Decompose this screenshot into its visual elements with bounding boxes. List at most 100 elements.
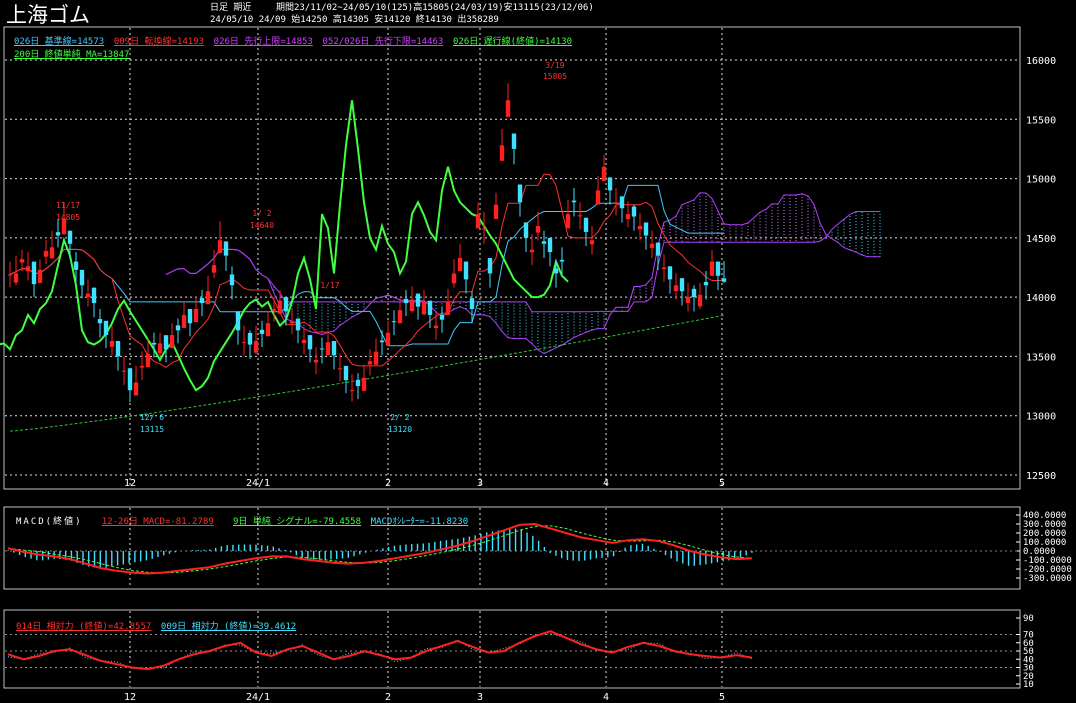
x-tick-label: 3 [477,478,483,489]
candle-body [679,278,685,292]
price-annotation: 14805 [56,213,80,222]
candle-body [253,341,259,353]
candle-body [487,258,493,274]
candle-body [13,273,19,283]
candle-body [103,320,109,336]
candle-body [469,298,475,309]
candle-body [643,222,649,236]
candle-body [127,368,133,391]
candle-body [433,325,439,329]
candle-body [475,214,481,229]
candle-body [259,329,265,334]
candle-body [511,133,517,149]
y-tick-label: 13000 [1026,412,1056,423]
y-tick-label: 14500 [1026,234,1056,245]
candle-body [619,196,625,209]
x-tick-label: 24/1 [246,692,270,703]
candle-body [439,314,445,320]
candle-body [607,177,613,191]
y-tick-label: 15500 [1026,115,1056,126]
candle-body [85,293,91,297]
candle-body [709,261,715,276]
candle-body [313,359,319,363]
candle-body [523,222,529,238]
candle-body [409,299,415,312]
candle-body [673,285,679,292]
x-tick-label: 4 [603,692,609,703]
price-annotation: 11/17 [56,201,80,210]
candle-body [91,287,97,304]
candle-body [277,300,283,314]
signal-line [7,525,753,574]
candle-body [373,351,379,365]
price-annotation: 12/ 6 [140,413,164,422]
rsi-y-label: 10 [1023,680,1034,690]
candle-body [385,332,391,346]
candle-body [229,274,235,286]
candle-body [337,368,343,370]
macd-line [7,522,753,575]
candle-body [205,291,211,305]
candle-body [307,335,313,350]
candle-body [331,341,337,356]
candle-body [565,214,571,229]
candle-body [655,242,661,256]
candle-body [289,320,295,324]
price-annotation: 1/17 [320,281,339,290]
candle-body [721,278,727,282]
x-tick-label: 12 [124,692,136,703]
candle-body [529,249,535,253]
candle-body [211,265,217,273]
x-tick-label: 2 [385,478,391,489]
rsi-y-label: 90 [1023,614,1034,624]
candle-body [361,377,367,391]
candle-body [349,390,355,392]
candle-body [481,228,487,230]
candle-body [37,269,43,283]
rsi14-line [7,630,753,671]
candle-body [661,267,667,270]
candle-body [577,215,583,217]
candle-body [49,247,55,259]
y-tick-label: 14000 [1026,293,1056,304]
candle-body [73,261,79,270]
price-annotation: 1/ 2 [252,209,271,218]
candle-body [241,342,247,344]
candle-body [667,266,673,280]
candle-body [151,342,157,345]
candle-body [169,335,175,349]
candle-body [571,200,577,203]
candle-body [31,261,37,285]
candle-body [325,342,331,356]
candle-body [583,217,589,232]
candle-body [559,259,565,262]
candle-body [367,361,373,365]
candle-body [517,184,523,203]
candle-body [703,281,709,286]
candle-body [637,226,643,230]
candle-body [175,325,181,331]
candle-body [271,309,277,311]
candle-body [403,298,409,304]
price-annotation: 13115 [140,425,164,434]
candle-body [685,297,691,303]
candle-body [181,314,187,328]
y-tick-label: 13500 [1026,352,1056,363]
x-tick-label: 5 [719,478,725,489]
candle-body [199,298,205,304]
candle-body [457,258,463,272]
x-tick-label: 12 [124,478,136,489]
y-tick-label: 12500 [1026,471,1056,482]
chikou-line [0,100,569,392]
candle-body [115,341,121,357]
candle-body [19,259,25,263]
price-annotation: 14640 [250,221,274,230]
x-tick-label: 3 [477,692,483,703]
candle-body [697,294,703,307]
candle-body [649,243,655,248]
candle-body [625,214,631,220]
senkou-a-line [165,192,880,355]
candle-body [535,226,541,233]
price-annotation: 3/19 [545,61,564,70]
x-tick-label: 2 [385,692,391,703]
